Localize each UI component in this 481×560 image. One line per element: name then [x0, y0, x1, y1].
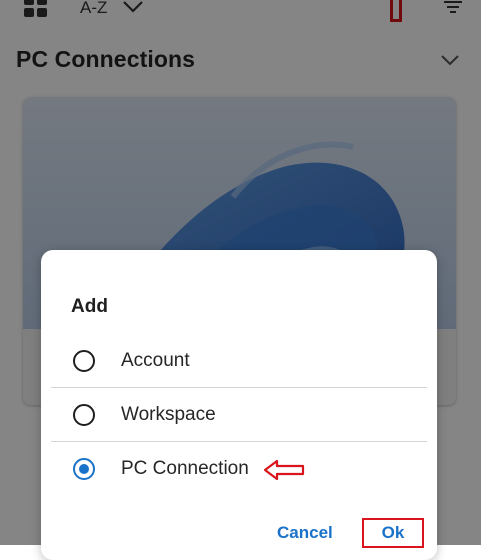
add-dialog: Add Account Workspace PC Connection Canc… — [41, 250, 437, 560]
radio-workspace[interactable] — [73, 404, 95, 426]
radio-pc-connection[interactable] — [73, 458, 95, 480]
option-pc-connection[interactable]: PC Connection — [51, 443, 427, 497]
option-label: Workspace — [121, 404, 216, 425]
app-background: A-Z PC Connections Add Account Workspace… — [0, 0, 481, 560]
ok-button[interactable]: Ok — [362, 518, 424, 548]
option-label: Account — [121, 350, 190, 371]
cancel-button[interactable]: Cancel — [277, 523, 333, 543]
option-workspace[interactable]: Workspace — [51, 389, 427, 443]
divider — [51, 387, 427, 388]
divider — [51, 441, 427, 442]
radio-account[interactable] — [73, 350, 95, 372]
option-account[interactable]: Account — [51, 335, 427, 389]
annotation-arrow-icon — [263, 459, 305, 481]
dialog-title: Add — [71, 296, 108, 317]
option-label: PC Connection — [121, 458, 249, 479]
